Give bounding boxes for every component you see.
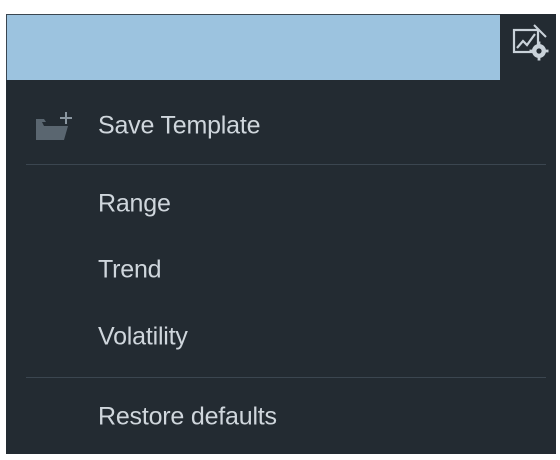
menu-item-label: Trend xyxy=(98,255,162,284)
menu-item-range[interactable]: Range xyxy=(6,174,556,234)
menu-item-label: Volatility xyxy=(98,322,188,351)
folder-add-icon xyxy=(36,112,72,140)
menu-item-restore-defaults[interactable]: Restore defaults xyxy=(6,387,556,447)
menu-item-label: Restore defaults xyxy=(98,402,277,431)
chart-settings-icon xyxy=(512,24,549,61)
menu-divider xyxy=(26,377,546,378)
menu-divider xyxy=(26,164,546,165)
menu-panel: Save Template Range Trend Volatility Res… xyxy=(6,80,556,454)
menu-item-label: Save Template xyxy=(98,111,261,140)
chart-settings-button[interactable] xyxy=(500,14,556,80)
menu-item-trend[interactable]: Trend xyxy=(6,240,556,300)
menu-item-save-template[interactable]: Save Template xyxy=(6,96,556,156)
header-bar xyxy=(6,14,500,80)
template-menu-window: Save Template Range Trend Volatility Res… xyxy=(0,0,560,460)
menu-item-label: Range xyxy=(98,189,171,218)
menu-item-volatility[interactable]: Volatility xyxy=(6,307,556,367)
